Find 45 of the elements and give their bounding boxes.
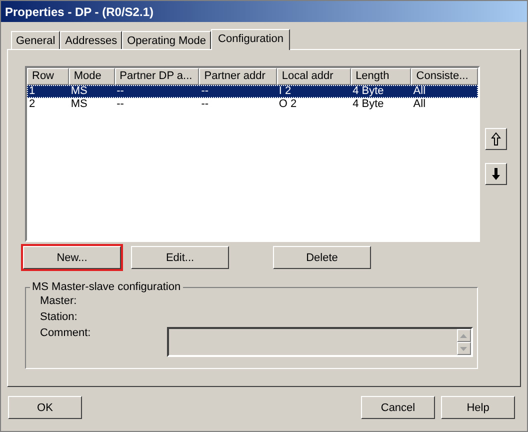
table-cell-text: MS bbox=[70, 85, 88, 98]
table-cell-text: I 2 bbox=[278, 85, 292, 98]
scroll-down-icon[interactable] bbox=[456, 342, 471, 355]
column-header[interactable]: Partner addr bbox=[199, 68, 277, 85]
column-header[interactable]: Row bbox=[27, 68, 69, 85]
column-header[interactable]: Partner DP a... bbox=[114, 68, 200, 85]
down-arrow-icon bbox=[491, 167, 501, 181]
table-cell-text: All bbox=[412, 98, 427, 111]
field-label: Comment: bbox=[40, 327, 91, 339]
column-header[interactable]: Consiste... bbox=[411, 68, 478, 85]
field-label: Station: bbox=[40, 311, 78, 323]
tab[interactable]: Addresses bbox=[60, 31, 122, 49]
table-cell-text: 2 bbox=[28, 98, 36, 111]
tab[interactable]: Operating Mode bbox=[122, 31, 212, 49]
table-cell-text: 4 Byte bbox=[352, 85, 385, 98]
action-button[interactable]: Delete bbox=[273, 246, 371, 269]
dialog-button[interactable]: Cancel bbox=[361, 396, 435, 419]
column-header[interactable]: Local addr bbox=[276, 68, 351, 85]
window-title: Properties - DP - (R0/S2.1) bbox=[5, 4, 154, 18]
comment-field[interactable] bbox=[166, 327, 473, 357]
field-label: Master: bbox=[40, 295, 78, 307]
group-title: MS Master-slave configuration bbox=[31, 281, 182, 293]
action-button[interactable]: Edit... bbox=[131, 246, 229, 269]
up-arrow-icon bbox=[491, 132, 501, 146]
dialog-button[interactable]: OK bbox=[8, 396, 82, 419]
table-row[interactable]: 1 MS -- -- I 2 4 Byte All bbox=[27, 85, 478, 98]
table-cell-text: -- bbox=[116, 85, 125, 98]
scroll-up-icon[interactable] bbox=[456, 329, 471, 342]
table-cell-text: O 2 bbox=[278, 98, 298, 111]
table-cell-text: -- bbox=[116, 98, 125, 111]
column-header[interactable]: Mode bbox=[68, 68, 115, 85]
tab[interactable]: Configuration bbox=[211, 29, 290, 50]
table-cell-text: All bbox=[412, 85, 427, 98]
dialog-button[interactable]: Help bbox=[441, 396, 515, 419]
tab[interactable]: General bbox=[11, 31, 60, 49]
column-header[interactable]: Length bbox=[350, 68, 412, 85]
table-cell-text: 1 bbox=[28, 85, 36, 98]
move-up-button[interactable] bbox=[485, 128, 507, 150]
table-cell-text: MS bbox=[70, 98, 88, 111]
table-cell-text: 4 Byte bbox=[352, 98, 385, 111]
table-row[interactable]: 2 MS -- -- O 2 4 Byte All bbox=[27, 98, 478, 111]
action-button[interactable]: New... bbox=[23, 246, 121, 269]
move-down-button[interactable] bbox=[485, 163, 507, 185]
table-cell-text: -- bbox=[200, 85, 210, 98]
table-cell-text: -- bbox=[200, 98, 210, 111]
